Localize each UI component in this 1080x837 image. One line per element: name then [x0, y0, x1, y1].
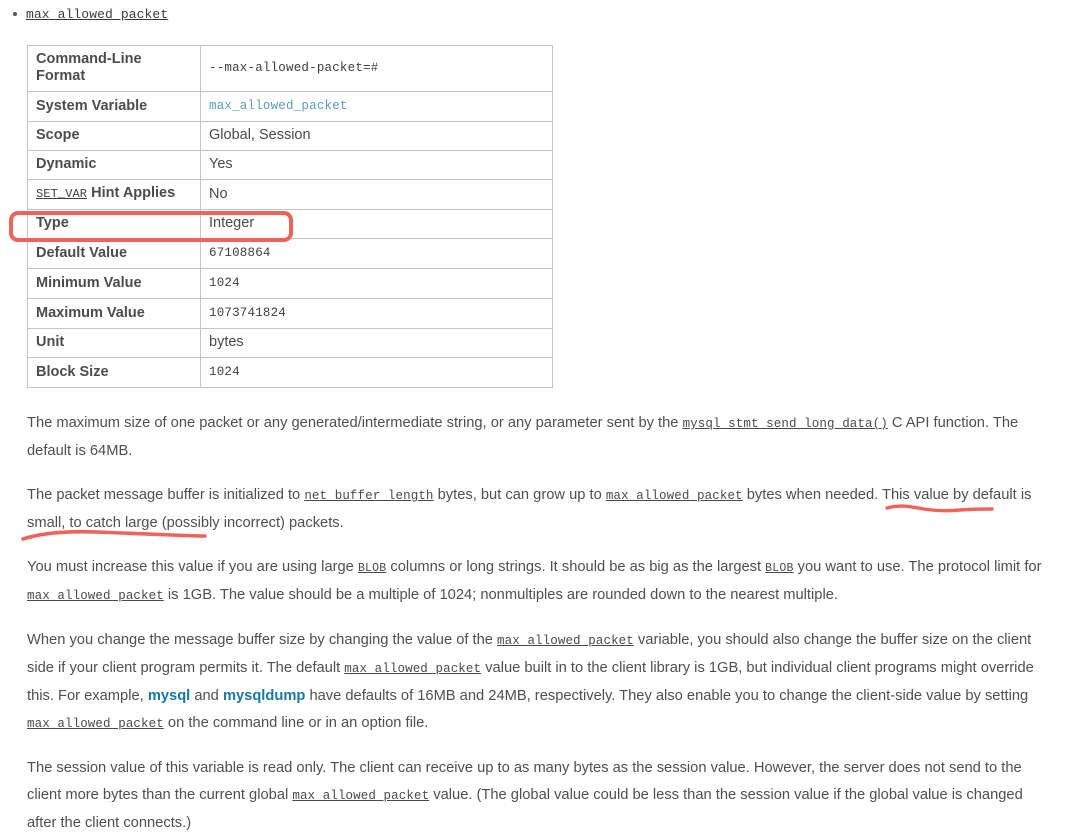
table-row: Maximum Value 1073741824	[27, 298, 553, 329]
max-allowed-packet-link[interactable]: max_allowed_packet	[344, 662, 481, 676]
table-row: Command-Line Format --max-allowed-packet…	[27, 45, 553, 92]
row-value-set-var-hint-applies: No	[200, 179, 553, 210]
table-row: Dynamic Yes	[27, 150, 553, 180]
p3-part2: columns or long strings. It should be as…	[386, 559, 766, 575]
set-var-code[interactable]: SET_VAR	[36, 187, 87, 201]
maximum-value-text: 1073741824	[209, 306, 287, 320]
max-allowed-packet-link[interactable]: max_allowed_packet	[606, 489, 743, 503]
p2-part1: The packet message buffer is initialized…	[27, 487, 305, 503]
documentation-page: max_allowed_packet Command-Line Format -…	[0, 0, 1080, 831]
p1-part1: The maximum size of one packet or any ge…	[27, 415, 683, 431]
net-buffer-length-link[interactable]: net_buffer_length	[304, 489, 433, 503]
mysql-program-link[interactable]: mysql	[148, 688, 190, 704]
row-label-unit: Unit	[27, 328, 201, 358]
default-value-text: 67108864	[209, 246, 271, 260]
p3-part4: is 1GB. The value should be a multiple o…	[163, 587, 838, 603]
mysqldump-program-link[interactable]: mysqldump	[223, 688, 305, 704]
table-row: Scope Global, Session	[27, 121, 553, 151]
row-label-set-var-hint-applies: SET_VAR Hint Applies	[27, 179, 201, 210]
body-text-container: The maximum size of one packet or any ge…	[27, 410, 1043, 837]
table-row: Minimum Value 1024	[27, 268, 553, 299]
table-row: Default Value 67108864	[27, 238, 553, 269]
variable-heading-list: max_allowed_packet	[0, 0, 1080, 28]
p4-part5: have defaults of 16MB and 24MB, respecti…	[305, 688, 1029, 704]
variable-name-anchor[interactable]: max_allowed_packet	[26, 7, 168, 22]
table-row: Type Integer	[27, 209, 553, 239]
row-value-dynamic: Yes	[200, 150, 553, 180]
row-label-command-line-format: Command-Line Format	[27, 45, 201, 92]
table-row: Block Size 1024	[27, 357, 553, 388]
system-variable-link[interactable]: max_allowed_packet	[209, 99, 348, 113]
minimum-value-text: 1024	[209, 276, 240, 290]
paragraph-2: The packet message buffer is initialized…	[27, 482, 1043, 537]
row-value-system-variable: max_allowed_packet	[200, 91, 553, 122]
row-label-default-value: Default Value	[27, 238, 201, 269]
set-var-label-rest: Hint Applies	[87, 185, 176, 201]
blob-link-2[interactable]: BLOB	[765, 562, 793, 575]
row-label-type: Type	[27, 209, 201, 239]
row-label-maximum-value: Maximum Value	[27, 298, 201, 329]
row-value-block-size: 1024	[200, 357, 553, 388]
table-row: SET_VAR Hint Applies No	[27, 179, 553, 210]
max-allowed-packet-link[interactable]: max_allowed_packet	[292, 789, 429, 803]
row-label-system-variable: System Variable	[27, 91, 201, 122]
table-row: Unit bytes	[27, 328, 553, 358]
mysql-stmt-send-long-data-link[interactable]: mysql_stmt_send_long_data()	[683, 417, 888, 431]
p2-part2: bytes, but can grow up to	[433, 487, 606, 503]
row-label-dynamic: Dynamic	[27, 150, 201, 180]
row-value-unit: bytes	[200, 328, 553, 358]
row-value-minimum-value: 1024	[200, 268, 553, 299]
p4-part4: and	[190, 688, 223, 704]
row-label-scope: Scope	[27, 121, 201, 151]
property-table: Command-Line Format --max-allowed-packet…	[27, 45, 553, 388]
row-value-maximum-value: 1073741824	[200, 298, 553, 329]
row-value-command-line-format: --max-allowed-packet=#	[200, 45, 553, 92]
p4-part6: on the command line or in an option file…	[163, 715, 429, 731]
max-allowed-packet-link[interactable]: max_allowed_packet	[27, 589, 164, 603]
paragraph-1: The maximum size of one packet or any ge…	[27, 410, 1043, 465]
blob-link-1[interactable]: BLOB	[358, 562, 386, 575]
paragraph-3: You must increase this value if you are …	[27, 554, 1043, 610]
row-label-minimum-value: Minimum Value	[27, 268, 201, 299]
max-allowed-packet-link[interactable]: max_allowed_packet	[497, 634, 634, 648]
command-line-format-value: --max-allowed-packet=#	[209, 61, 379, 75]
row-label-block-size: Block Size	[27, 357, 201, 388]
paragraph-5: The session value of this variable is re…	[27, 755, 1043, 837]
p3-part3: you want to use. The protocol limit for	[793, 559, 1042, 575]
row-value-default-value: 67108864	[200, 238, 553, 269]
block-size-text: 1024	[209, 365, 240, 379]
row-value-scope: Global, Session	[200, 121, 553, 151]
table-row: System Variable max_allowed_packet	[27, 91, 553, 122]
row-value-type: Integer	[200, 209, 553, 239]
p4-part1: When you change the message buffer size …	[27, 632, 498, 648]
paragraph-4: When you change the message buffer size …	[27, 627, 1043, 738]
max-allowed-packet-link[interactable]: max_allowed_packet	[27, 717, 164, 731]
p3-part1: You must increase this value if you are …	[27, 559, 358, 575]
list-item-max-allowed-packet: max_allowed_packet	[0, 0, 1080, 28]
